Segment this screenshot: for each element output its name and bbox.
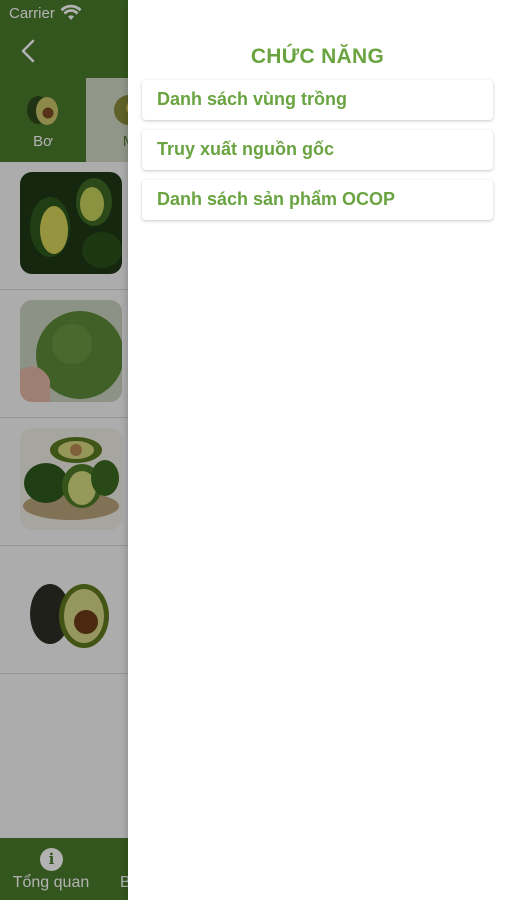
side-drawer: CHỨC NĂNG Danh sách vùng trồng Truy xuất… <box>128 0 507 900</box>
drawer-title: CHỨC NĂNG <box>250 45 385 68</box>
menu-item-label: Truy xuất nguồn gốc <box>157 139 335 159</box>
menu-item-growing-areas[interactable]: Danh sách vùng trồng <box>142 80 493 120</box>
menu-item-label: Danh sách sản phẩm OCOP <box>157 189 396 209</box>
menu-item-traceability[interactable]: Truy xuất nguồn gốc <box>142 130 493 170</box>
menu-item-ocop-products[interactable]: Danh sách sản phẩm OCOP <box>142 180 493 220</box>
menu-item-label: Danh sách vùng trồng <box>157 89 348 109</box>
